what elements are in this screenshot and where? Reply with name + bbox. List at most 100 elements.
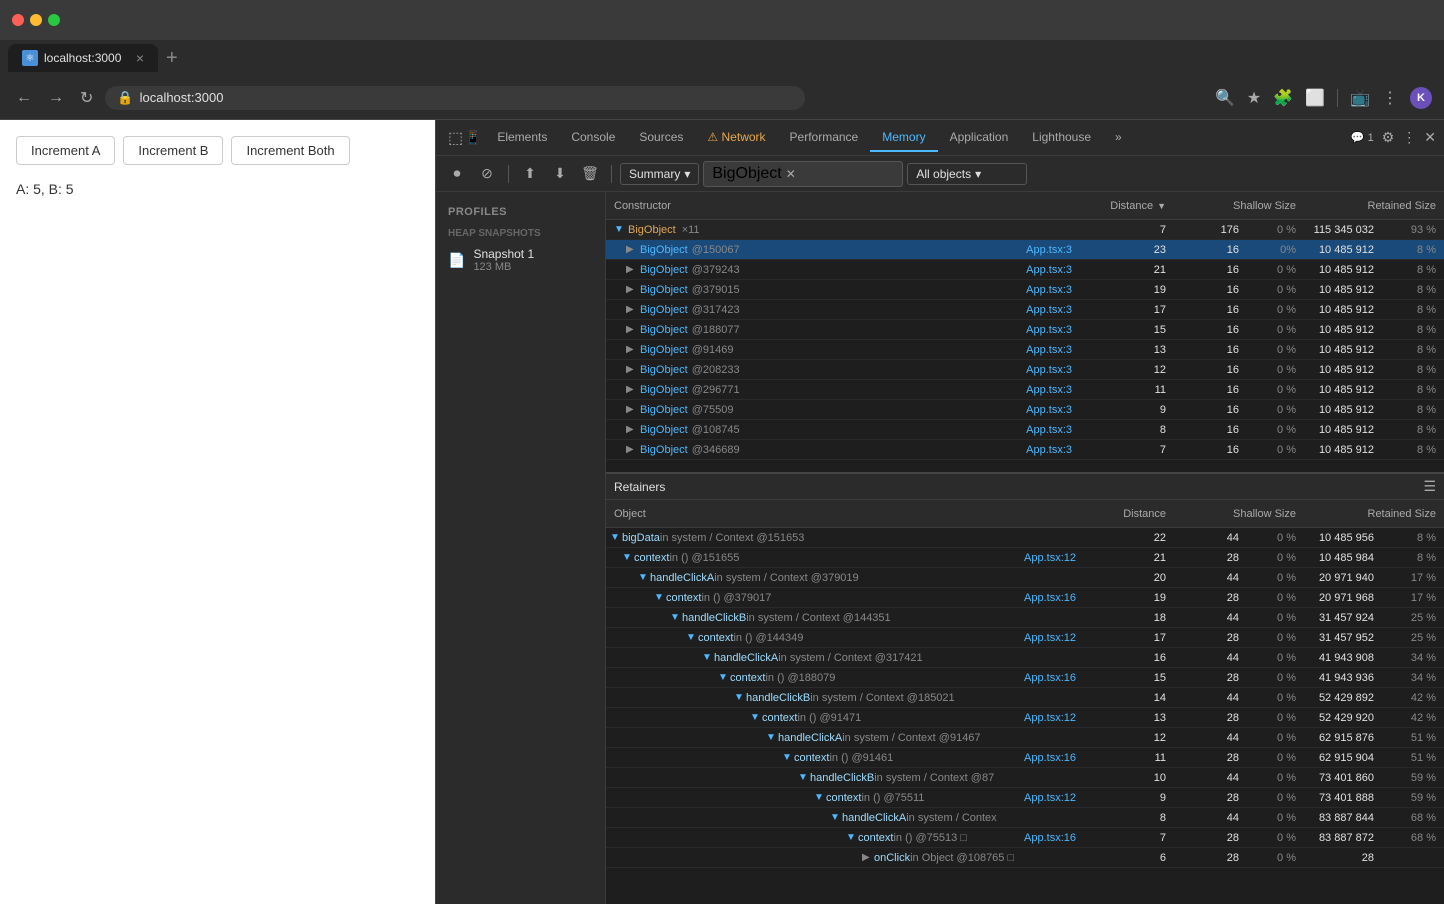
- expand-icon[interactable]: ▶: [862, 852, 874, 863]
- more-options-button[interactable]: ⋮: [1402, 129, 1416, 146]
- expand-icon[interactable]: ▼: [718, 672, 730, 683]
- back-button[interactable]: ←: [12, 85, 36, 111]
- source-link[interactable]: App.tsx:3: [1026, 304, 1080, 316]
- heap-row[interactable]: ▶ BigObject @317423 App.tsx:3 17 16 0 % …: [606, 300, 1444, 320]
- expand-icon[interactable]: ▼: [610, 532, 622, 543]
- filter-input[interactable]: BigObject ✕: [703, 161, 903, 187]
- retainer-row[interactable]: ▼ context in () @75511 App.tsx:12 9 28 0…: [606, 788, 1444, 808]
- retainer-row[interactable]: ▼ handleClickA in system / Contex 8 44 0…: [606, 808, 1444, 828]
- stop-button[interactable]: ⊘: [474, 161, 500, 187]
- retainer-row[interactable]: ▼ handleClickB in system / Context @1443…: [606, 608, 1444, 628]
- heap-row[interactable]: ▶ BigObject @91469 App.tsx:3 13 16 0 % 1…: [606, 340, 1444, 360]
- heap-row[interactable]: ▶ BigObject @379015 App.tsx:3 19 16 0 % …: [606, 280, 1444, 300]
- minimize-button[interactable]: [30, 14, 42, 26]
- expand-icon[interactable]: ▶: [626, 324, 638, 335]
- source-link[interactable]: App.tsx:3: [1026, 444, 1080, 456]
- source-link[interactable]: App.tsx:16: [1024, 592, 1080, 604]
- source-link[interactable]: App.tsx:3: [1026, 264, 1080, 276]
- heap-row[interactable]: ▶ BigObject @75509 App.tsx:3 9 16 0 % 10…: [606, 400, 1444, 420]
- expand-icon[interactable]: ▼: [734, 692, 746, 703]
- source-link[interactable]: App.tsx:3: [1026, 384, 1080, 396]
- source-link[interactable]: App.tsx:3: [1026, 404, 1080, 416]
- device-icon[interactable]: 📱: [465, 130, 481, 146]
- retainer-row[interactable]: ▼ handleClickA in system / Context @3790…: [606, 568, 1444, 588]
- retainer-row[interactable]: ▼ context in () @151655 App.tsx:12 21 28…: [606, 548, 1444, 568]
- upload-button[interactable]: ⬆: [517, 161, 543, 187]
- tab-lighthouse[interactable]: Lighthouse: [1020, 124, 1103, 152]
- heap-row[interactable]: ▶ BigObject @108745 App.tsx:3 8 16 0 % 1…: [606, 420, 1444, 440]
- close-button[interactable]: [12, 14, 24, 26]
- tab-close-button[interactable]: ×: [136, 50, 144, 66]
- tab-application[interactable]: Application: [938, 124, 1021, 152]
- expand-icon[interactable]: ▶: [626, 444, 638, 455]
- retainer-row[interactable]: ▼ context in () @75513 □ App.tsx:16 7 28…: [606, 828, 1444, 848]
- ret-header-object[interactable]: Object: [606, 508, 1084, 520]
- expand-icon[interactable]: ▼: [702, 652, 714, 663]
- tab-elements[interactable]: Elements: [485, 124, 559, 152]
- expand-icon[interactable]: ▼: [830, 812, 842, 823]
- all-objects-dropdown[interactable]: All objects ▾: [907, 163, 1027, 185]
- screen-capture-icon[interactable]: ⬜: [1305, 88, 1325, 108]
- expand-icon[interactable]: ▼: [670, 612, 682, 623]
- expand-icon[interactable]: ▶: [626, 244, 638, 255]
- ret-header-shallow[interactable]: Shallow Size: [1174, 508, 1304, 520]
- expand-icon[interactable]: ▼: [798, 772, 810, 783]
- source-link[interactable]: App.tsx:3: [1026, 284, 1080, 296]
- source-link[interactable]: App.tsx:3: [1026, 244, 1080, 256]
- increment-a-button[interactable]: Increment A: [16, 136, 115, 165]
- expand-icon[interactable]: ▶: [626, 364, 638, 375]
- retainer-row[interactable]: ▼ handleClickA in system / Context @9146…: [606, 728, 1444, 748]
- heap-row[interactable]: ▶ BigObject @208233 App.tsx:3 12 16 0 % …: [606, 360, 1444, 380]
- source-link[interactable]: App.tsx:12: [1024, 552, 1080, 564]
- expand-icon[interactable]: ▶: [626, 264, 638, 275]
- heap-row[interactable]: ▶ BigObject @346689 App.tsx:3 7 16 0 % 1…: [606, 440, 1444, 460]
- heap-row[interactable]: ▶ BigObject @296771 App.tsx:3 11 16 0 % …: [606, 380, 1444, 400]
- retainer-row[interactable]: ▼ handleClickB in system / Context @87 1…: [606, 768, 1444, 788]
- ret-header-distance[interactable]: Distance: [1084, 508, 1174, 520]
- source-link[interactable]: App.tsx:16: [1024, 672, 1080, 684]
- expand-icon[interactable]: ▼: [638, 572, 650, 583]
- ret-header-retained[interactable]: Retained Size: [1304, 508, 1444, 520]
- header-constructor[interactable]: Constructor: [606, 200, 1084, 212]
- expand-icon[interactable]: ▼: [814, 792, 826, 803]
- inspect-icon[interactable]: ⬚: [448, 128, 463, 148]
- address-bar[interactable]: 🔒 localhost:3000: [105, 86, 805, 110]
- increment-b-button[interactable]: Increment B: [123, 136, 223, 165]
- expand-icon[interactable]: ▼: [766, 732, 778, 743]
- header-shallow[interactable]: Shallow Size: [1174, 200, 1304, 212]
- snapshot-1-item[interactable]: 📄 Snapshot 1 123 MB: [436, 241, 605, 279]
- expand-icon[interactable]: ▶: [626, 344, 638, 355]
- settings-button[interactable]: ⚙: [1382, 129, 1395, 146]
- source-link[interactable]: App.tsx:3: [1026, 324, 1080, 336]
- heap-row[interactable]: ▶ BigObject @150067 App.tsx:3 23 16 0% 1…: [606, 240, 1444, 260]
- retainer-row[interactable]: ▼ context in () @188079 App.tsx:16 15 28…: [606, 668, 1444, 688]
- retainer-row[interactable]: ▼ handleClickB in system / Context @1850…: [606, 688, 1444, 708]
- expand-icon[interactable]: ▶: [626, 304, 638, 315]
- retainer-row[interactable]: ▼ context in () @91471 App.tsx:12 13 28 …: [606, 708, 1444, 728]
- profile-badge[interactable]: K: [1410, 87, 1432, 109]
- bookmark-icon[interactable]: ★: [1247, 88, 1261, 108]
- delete-button[interactable]: 🗑: [577, 161, 603, 187]
- header-retained[interactable]: Retained Size: [1304, 200, 1444, 212]
- tab-console[interactable]: Console: [559, 124, 627, 152]
- tab-network[interactable]: ⚠ Network: [695, 124, 777, 152]
- filter-clear-button[interactable]: ✕: [786, 167, 796, 181]
- tab-memory[interactable]: Memory: [870, 124, 937, 152]
- expand-icon[interactable]: ▶: [626, 384, 638, 395]
- menu-icon[interactable]: ⋮: [1382, 88, 1398, 108]
- source-link[interactable]: App.tsx:16: [1024, 832, 1080, 844]
- retainer-row[interactable]: ▼ bigData in system / Context @151653 22…: [606, 528, 1444, 548]
- source-link[interactable]: App.tsx:12: [1024, 792, 1080, 804]
- heap-row[interactable]: ▶ BigObject @379243 App.tsx:3 21 16 0 % …: [606, 260, 1444, 280]
- heap-row[interactable]: ▶ BigObject @188077 App.tsx:3 15 16 0 % …: [606, 320, 1444, 340]
- refresh-button[interactable]: ↻: [76, 84, 97, 112]
- heap-group-row[interactable]: ▼ BigObject ×11 7 176 0 % 115 345 032 93…: [606, 220, 1444, 240]
- expand-icon[interactable]: ▶: [626, 404, 638, 415]
- browser-tab[interactable]: ⚛ localhost:3000 ×: [8, 44, 158, 72]
- expand-icon[interactable]: ▼: [614, 224, 626, 235]
- search-icon[interactable]: 🔍: [1215, 88, 1235, 108]
- expand-icon[interactable]: ▶: [626, 424, 638, 435]
- maximize-button[interactable]: [48, 14, 60, 26]
- retainer-row[interactable]: ▼ handleClickA in system / Context @3174…: [606, 648, 1444, 668]
- increment-both-button[interactable]: Increment Both: [231, 136, 349, 165]
